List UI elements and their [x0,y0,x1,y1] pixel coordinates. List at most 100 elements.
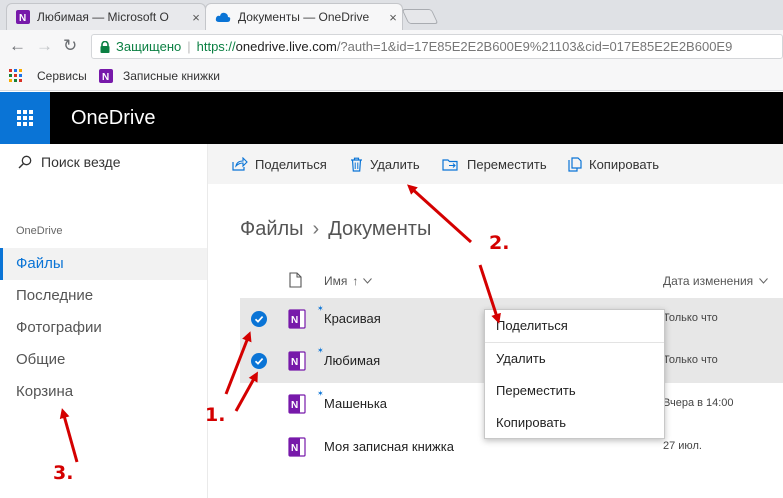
svg-text:N: N [102,72,109,83]
context-menu-item-move[interactable]: Переместить [485,375,664,407]
row-checkbox[interactable] [251,353,267,369]
file-list-header: Имя ↑ Дата изменения [208,264,783,298]
copy-label: Копировать [589,156,659,172]
copy-button[interactable]: Копировать [568,144,659,184]
file-type-icon [289,272,302,288]
column-name-label: Имя [324,274,348,288]
new-item-icon: ✶ [317,304,324,313]
chevron-down-icon [759,278,769,284]
move-button[interactable]: Переместить [442,144,547,184]
file-date: Только что [663,312,718,324]
breadcrumb-current: Документы [328,218,432,240]
tab-title: Документы — OneDrive [238,10,370,24]
nav-item-recent[interactable]: Последние [0,280,207,312]
app-launcher-button[interactable] [0,92,50,144]
secure-label: Защищено [116,39,182,54]
lock-icon [100,40,110,53]
share-button[interactable]: Поделиться [232,144,327,184]
nav-item-recycle-bin[interactable]: Корзина [0,376,207,408]
file-name[interactable]: Любимая [324,353,380,368]
back-icon[interactable]: ← [9,36,26,56]
svg-text:N: N [19,13,26,24]
annotation-label-1: 1. [205,404,226,426]
bookmark-label: Сервисы [37,69,87,83]
url-host: onedrive.live.com [235,39,337,54]
annotation-label-2: 2. [489,232,510,254]
app-header: OneDrive [0,92,783,144]
file-date: Только что [663,354,718,366]
new-tab-button[interactable] [401,9,439,24]
new-item-icon: ✶ [317,389,324,398]
onenote-file-icon: N [288,437,306,457]
share-icon [232,157,248,171]
bookmark-label: Записные книжки [123,69,220,83]
forward-icon[interactable]: → [36,36,53,56]
browser-tab-strip: N Любимая — Microsoft O × Документы — On… [0,0,783,30]
onenote-icon: N [16,10,30,24]
file-name[interactable]: Моя записная книжка [324,439,454,454]
svg-text:N: N [291,443,298,454]
chevron-down-icon [363,278,373,284]
chevron-right-icon: › [312,218,320,240]
checkmark-icon [254,358,264,365]
file-date: Вчера в 14:00 [663,397,734,409]
nav-item-files[interactable]: Файлы [0,248,207,280]
app-brand[interactable]: OneDrive [71,107,155,130]
column-date[interactable]: Дата изменения [663,274,769,288]
breadcrumb: Файлы › Документы [240,218,431,241]
nav-item-shared[interactable]: Общие [0,344,207,376]
column-date-label: Дата изменения [663,274,754,288]
column-name[interactable]: Имя ↑ [324,274,373,288]
reload-icon[interactable]: ↻ [63,36,77,56]
browser-tab-onenote[interactable]: N Любимая — Microsoft O × [6,3,206,30]
tab-title: Любимая — Microsoft O [37,10,169,24]
search-icon [18,155,32,169]
context-menu-item-share[interactable]: Поделиться [485,310,664,342]
delete-button[interactable]: Удалить [350,144,420,184]
search-box[interactable]: Поиск везде [18,154,121,170]
address-separator: | [187,39,191,54]
onenote-file-icon: N [288,309,306,329]
close-icon[interactable]: × [187,10,205,25]
address-bar[interactable]: Защищено | https:// onedrive.live.com /?… [91,34,783,59]
share-label: Поделиться [255,156,327,172]
onenote-file-icon: N [288,351,306,371]
command-bar: Поделиться Удалить Переместить Копироват… [208,144,783,184]
browser-tab-onedrive[interactable]: Документы — OneDrive × [205,3,403,30]
move-label: Переместить [467,156,547,172]
sort-arrow-icon: ↑ [352,274,359,288]
left-navigation: Поиск везде OneDrive Файлы Последние Фот… [0,144,208,498]
context-menu-item-delete[interactable]: Удалить [485,343,664,375]
move-icon [442,159,458,171]
search-placeholder: Поиск везде [41,154,121,170]
row-checkbox[interactable] [251,311,267,327]
browser-toolbar: ← → ↻ Защищено | https:// onedrive.live.… [0,30,783,63]
bookmarks-bar: Сервисы N Записные книжки [0,63,783,91]
new-item-icon: ✶ [317,346,324,355]
onenote-icon: N [99,69,113,83]
apps-icon [9,69,22,82]
context-menu-item-copy[interactable]: Копировать [485,407,664,439]
svg-text:N: N [291,400,298,411]
close-icon[interactable]: × [384,10,402,25]
file-date: 27 июл. [663,440,702,452]
context-menu: Поделиться Удалить Переместить Копироват… [484,309,665,439]
delete-label: Удалить [370,156,420,172]
onedrive-cloud-icon [215,12,231,22]
svg-text:N: N [291,357,298,368]
copy-icon [568,156,582,172]
nav-section-caption: OneDrive [16,225,63,237]
svg-text:N: N [291,315,298,326]
file-name[interactable]: Красивая [324,311,381,326]
file-name[interactable]: Машенька [324,396,387,411]
checkmark-icon [254,316,264,323]
nav-item-photos[interactable]: Фотографии [0,312,207,344]
trash-icon [351,157,362,172]
annotation-label-3: 3. [53,462,74,484]
url-path: /?auth=1&id=17E85E2E2B600E9%21103&cid=01… [336,39,733,54]
bookmark-notebooks[interactable]: N Записные книжки [99,69,220,83]
url-protocol: https:// [196,39,236,54]
breadcrumb-root[interactable]: Файлы [240,218,304,240]
bookmark-services[interactable]: Сервисы [9,69,87,83]
onenote-file-icon: N [288,394,306,414]
